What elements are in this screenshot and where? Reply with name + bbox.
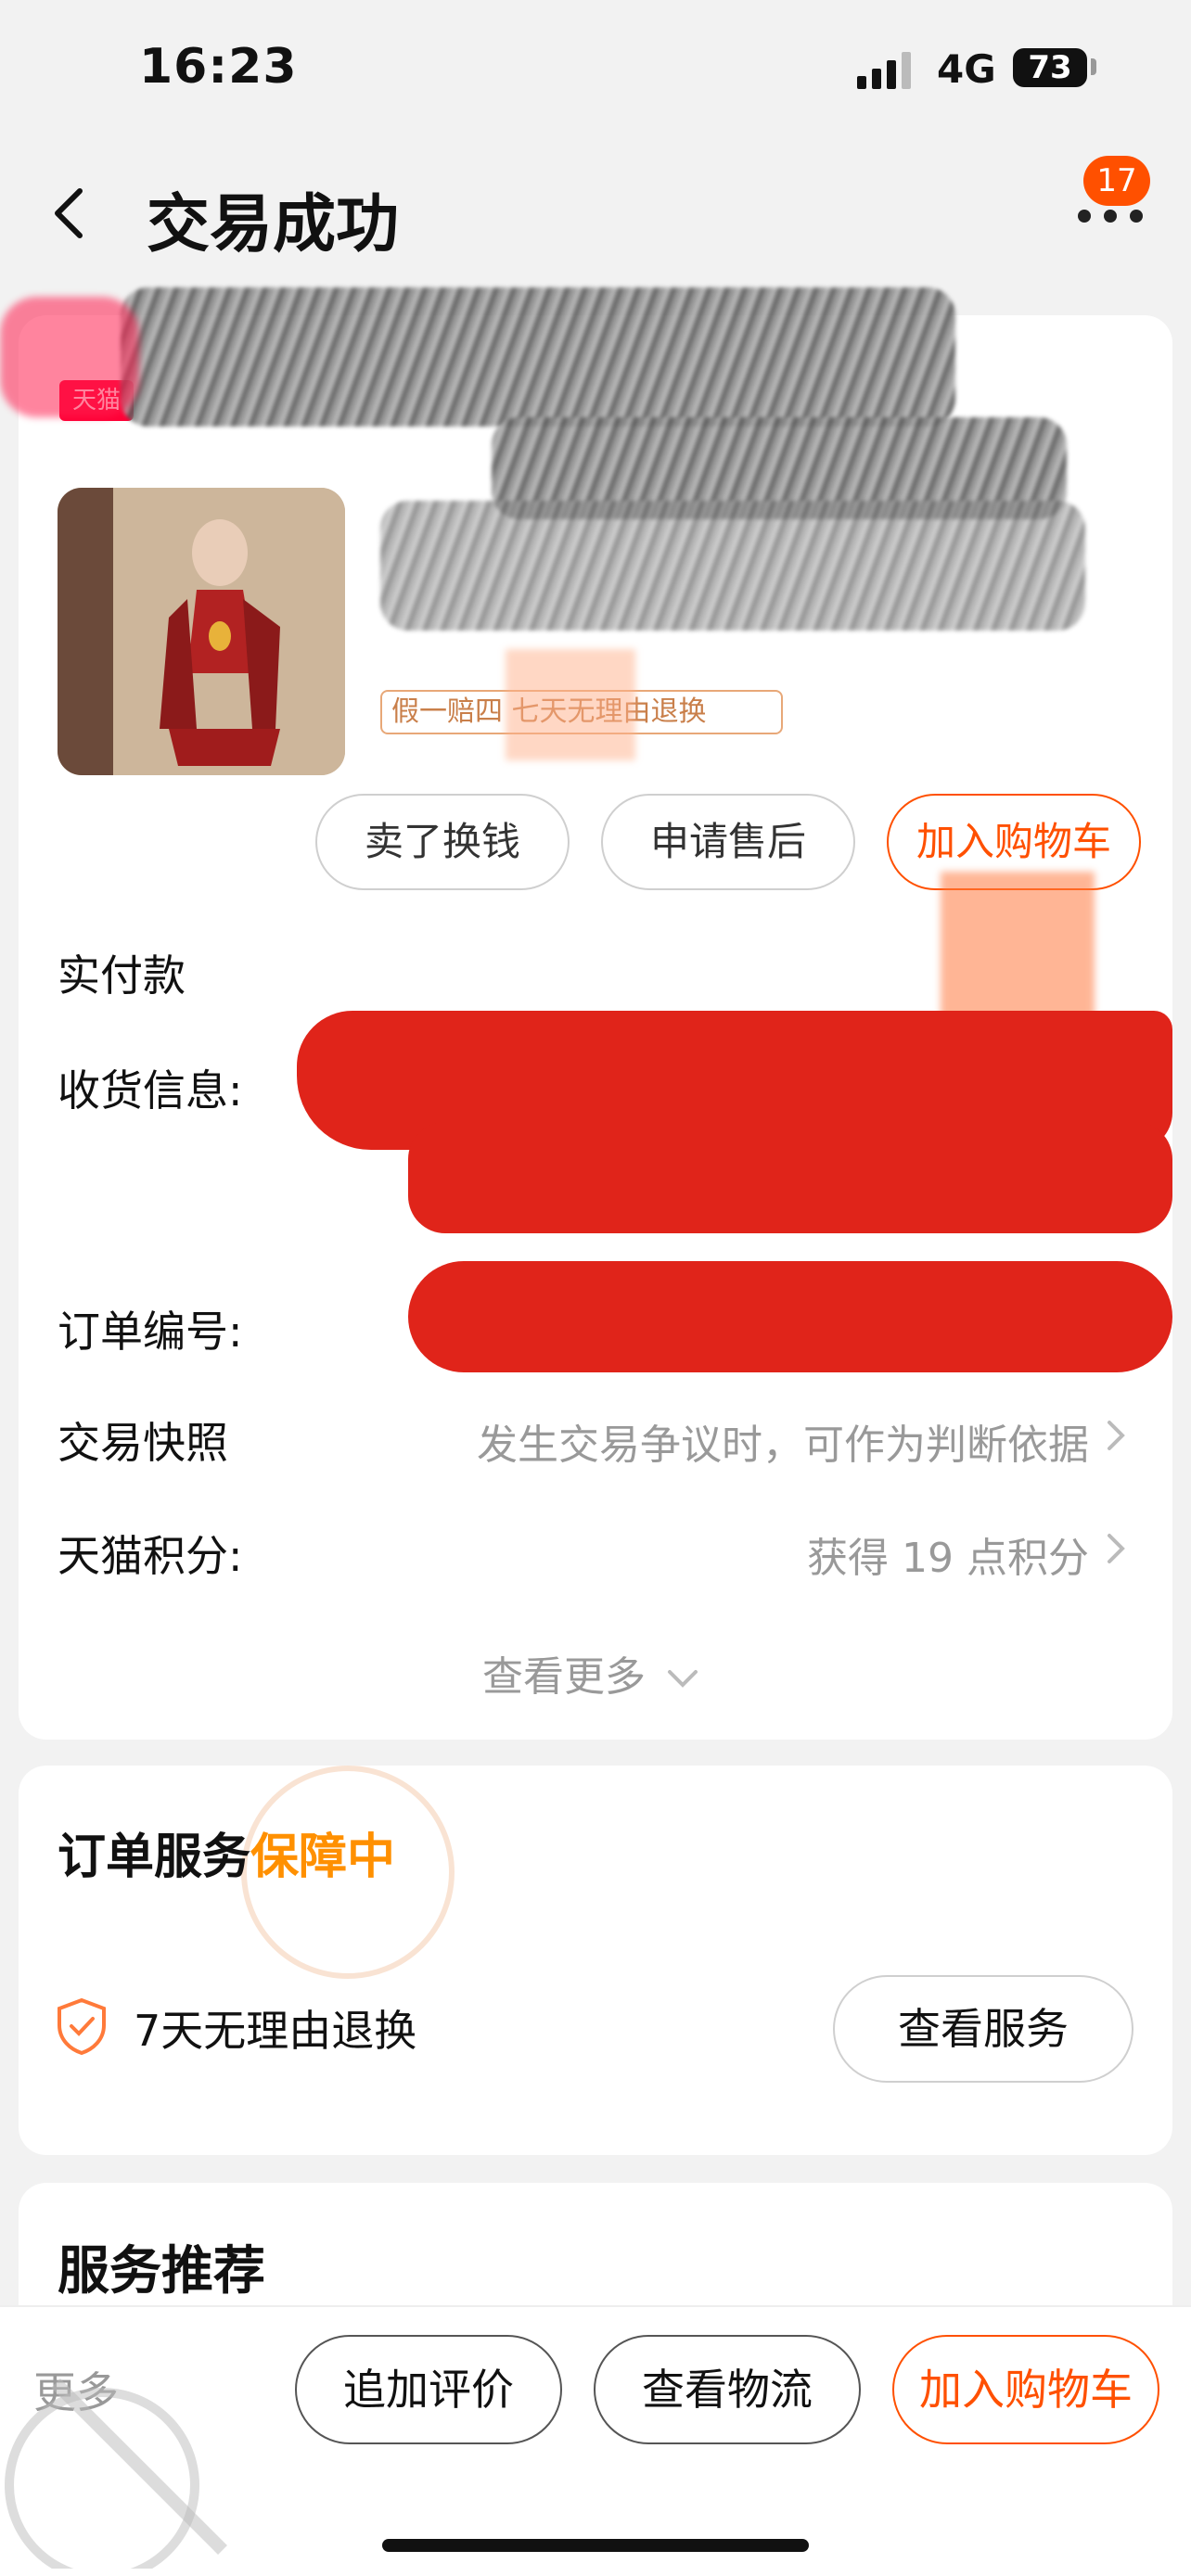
view-service-button[interactable]: 查看服务 [833,1975,1133,2083]
more-menu-icon[interactable] [1078,202,1143,230]
redaction-scribble [380,501,1085,631]
see-more-label: 查看更多 [482,1653,646,1701]
signal-icon [857,52,911,89]
watermark-icon [5,2378,227,2569]
product-photo [58,488,345,775]
redaction-scribble [121,287,955,427]
recommend-title: 服务推荐 [58,2241,265,2302]
battery-icon: 73 [1013,48,1087,87]
battery-tip [1091,58,1096,75]
snapshot-value[interactable]: 发生交易争议时，可作为判断依据 [477,1411,1089,1471]
page-title: 交易成功 [147,188,400,261]
order-number-redaction [408,1261,1172,1372]
back-icon[interactable] [48,185,89,241]
sell-button[interactable]: 卖了换钱 [315,794,570,890]
chevron-right-icon[interactable] [1106,1419,1126,1452]
points-value[interactable]: 获得 19 点积分 [807,1524,1089,1584]
service-item: 7天无理由退换 [134,2006,417,2056]
order-card: 天猫 假一赔四 七天无理由退换 卖了换钱 申请售后 加入购物车 实付款 收货信息… [0,287,1172,1740]
network-type: 4G [937,46,996,92]
status-bar: 16:23 4G 73 [0,0,1191,139]
chevron-right-icon[interactable] [1106,1532,1126,1565]
add-review-button[interactable]: 追加评价 [295,2335,562,2444]
redaction-scribble-pink [0,297,139,417]
status-time: 16:23 [139,39,298,95]
after-sales-button[interactable]: 申请售后 [601,794,855,890]
order-number-label: 订单编号: [58,1307,243,1357]
snapshot-label: 交易快照 [58,1418,228,1468]
add-to-cart-bottom-button[interactable]: 加入购物车 [892,2335,1159,2444]
service-card: 订单服务保障中 7天无理由退换 查看服务 [19,1766,1172,2155]
paid-label: 实付款 [58,950,186,1001]
address-label: 收货信息: [58,1065,243,1116]
address-redaction [408,1122,1172,1233]
see-more-button[interactable]: 查看更多 [482,1643,699,1702]
service-status: 保障中 [250,1830,396,1885]
points-label: 天猫积分: [58,1531,243,1581]
view-logistics-button[interactable]: 查看物流 [594,2335,861,2444]
service-title: 订单服务保障中 [58,1817,395,1887]
redaction-scribble-orange [941,872,1095,1029]
shield-check-icon [58,1997,106,2055]
product-image[interactable] [58,488,345,775]
redaction-scribble-peach [506,649,635,760]
home-indicator [382,2539,809,2552]
chevron-down-icon [668,1670,698,1688]
service-title-label: 订单服务 [58,1830,251,1885]
notification-badge: 17 [1083,156,1150,206]
